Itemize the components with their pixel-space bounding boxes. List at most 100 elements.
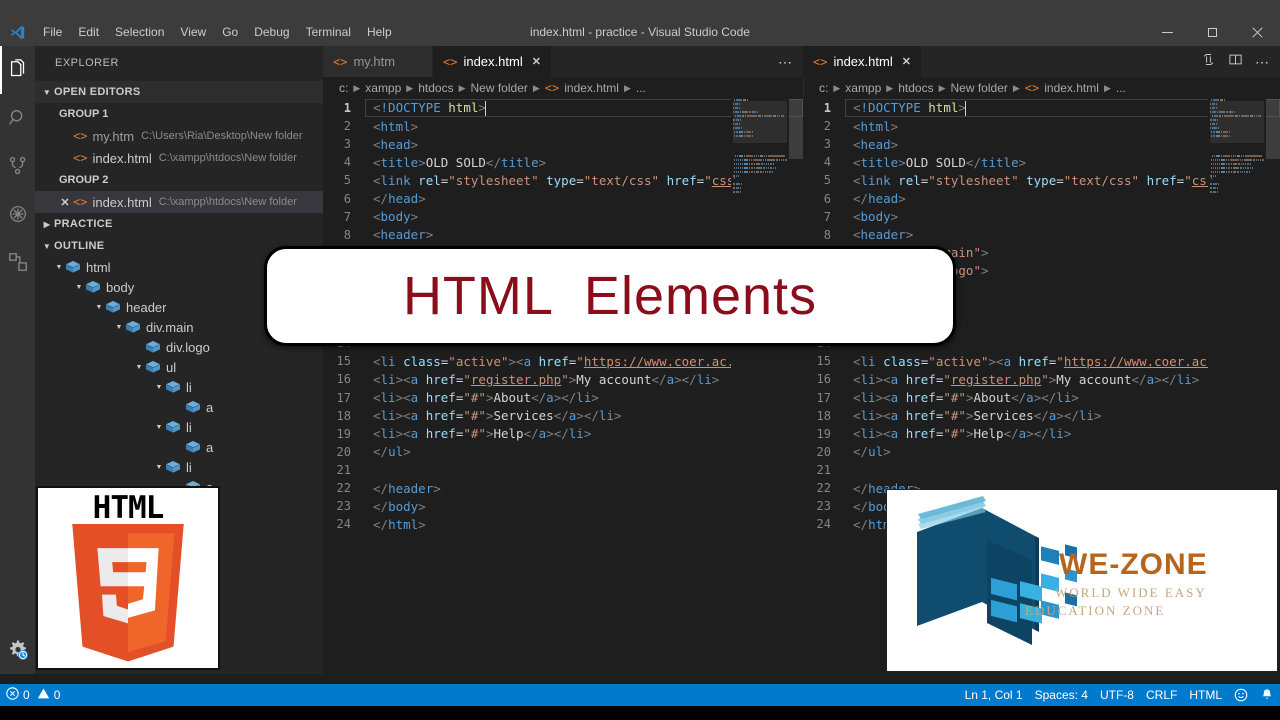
debug-icon[interactable] xyxy=(0,190,35,238)
menu-help[interactable]: Help xyxy=(359,21,400,43)
outline-item-label: li xyxy=(186,419,192,435)
minimap-line xyxy=(1208,163,1266,166)
tab-index-html[interactable]: <> index.html ✕ xyxy=(433,46,552,77)
minimap-line xyxy=(1208,147,1266,150)
vertical-scrollbar-left[interactable] xyxy=(789,99,803,674)
minimize-button[interactable] xyxy=(1145,18,1190,46)
tab-label: index.html xyxy=(463,54,523,69)
open-preview-icon[interactable] xyxy=(1201,52,1216,72)
symbol-cube-icon xyxy=(185,440,201,454)
chevron-right-icon: ▶ xyxy=(1012,82,1020,93)
minimap-line xyxy=(731,191,789,194)
wezone-logo-overlay: WE-ZONE WORLD WIDE EASY EDUCATION ZONE xyxy=(886,489,1278,672)
smiley-icon[interactable] xyxy=(1228,684,1254,706)
breadcrumb-item[interactable]: xampp xyxy=(845,81,881,95)
title-card-text: HTML Elements xyxy=(402,266,818,326)
line-number: 23 xyxy=(816,499,831,514)
html5-shield-icon xyxy=(72,524,184,662)
minimap-left[interactable] xyxy=(731,99,789,674)
open-editors-group-1-label: GROUP 1 xyxy=(59,108,109,120)
outline-item-li[interactable]: ▼ li xyxy=(35,377,323,397)
breadcrumb-item[interactable]: htdocs xyxy=(898,81,933,95)
scrollbar-thumb[interactable] xyxy=(789,99,803,159)
line-number: 2 xyxy=(343,119,351,134)
chevron-down-icon: ▼ xyxy=(42,241,52,251)
more-actions-icon[interactable]: ⋯ xyxy=(778,55,793,69)
tab-my-htm[interactable]: <> my.htm xyxy=(323,46,433,77)
menu-edit[interactable]: Edit xyxy=(70,21,107,43)
breadcrumb-item[interactable]: c: xyxy=(339,81,348,95)
breadcrumb-right: c: ▶ xampp ▶ htdocs ▶ New folder ▶ <> in… xyxy=(803,77,1280,99)
text-caret xyxy=(484,101,486,117)
manage-gear-icon[interactable] xyxy=(0,626,35,674)
breadcrumb-item[interactable]: xampp xyxy=(365,81,401,95)
tab-index-html-right[interactable]: <> index.html ✕ xyxy=(803,46,922,77)
window-titlebar-strip xyxy=(0,0,1280,18)
outline-item-li[interactable]: ▼ li xyxy=(35,457,323,477)
menu-view[interactable]: View xyxy=(172,21,214,43)
menu-file[interactable]: File xyxy=(35,21,70,43)
problems-status[interactable]: 0 0 xyxy=(0,684,66,706)
code-text: <body> xyxy=(373,209,419,225)
explorer-icon[interactable] xyxy=(0,46,35,94)
open-editor-name: index.html xyxy=(92,150,152,166)
language-mode-status[interactable]: HTML xyxy=(1183,684,1228,706)
breadcrumb-item[interactable]: New folder xyxy=(951,81,1008,95)
chevron-down-icon: ▼ xyxy=(75,283,83,291)
open-editor-index-html-g2[interactable]: ✕ <> index.html C:\xampp\htdocs\New fold… xyxy=(35,191,323,213)
tab-label: my.htm xyxy=(353,54,396,69)
source-control-icon[interactable] xyxy=(0,142,35,190)
open-editor-index-html-g1[interactable]: <> index.html C:\xampp\htdocs\New folder xyxy=(35,147,323,169)
split-editor-icon[interactable] xyxy=(1228,52,1243,72)
outline-item-li[interactable]: ▼ li xyxy=(35,417,323,437)
minimap-slider[interactable] xyxy=(1210,101,1264,143)
menu-go[interactable]: Go xyxy=(214,21,246,43)
maximize-button[interactable] xyxy=(1190,18,1235,46)
encoding-status[interactable]: UTF-8 xyxy=(1094,684,1140,706)
section-practice[interactable]: ▶ PRACTICE xyxy=(35,213,323,235)
breadcrumb-item[interactable]: ... xyxy=(1116,81,1126,95)
outline-item-a[interactable]: a xyxy=(35,437,323,457)
search-icon[interactable] xyxy=(0,94,35,142)
cursor-position[interactable]: Ln 1, Col 1 xyxy=(959,684,1029,706)
open-editor-my-htm[interactable]: <> my.htm C:\Users\Ria\Desktop\New folde… xyxy=(35,125,323,147)
chevron-down-icon: ▼ xyxy=(135,363,143,371)
text-caret xyxy=(964,101,966,117)
menu-debug[interactable]: Debug xyxy=(246,21,297,43)
breadcrumb-item[interactable]: index.html xyxy=(1044,81,1099,95)
line-number: 3 xyxy=(823,137,831,152)
minimap-slider[interactable] xyxy=(733,101,787,143)
minimap-line xyxy=(1208,143,1266,146)
breadcrumb-item[interactable]: index.html xyxy=(564,81,619,95)
outline-item-label: div.logo xyxy=(166,339,210,355)
symbol-cube-icon xyxy=(65,260,81,274)
outline-item-a[interactable]: a xyxy=(35,397,323,417)
close-icon[interactable]: ✕ xyxy=(902,55,911,68)
code-text: <li><a href="#">Services</a></li> xyxy=(853,408,1102,424)
html-file-icon: <> xyxy=(1024,81,1040,95)
extensions-icon[interactable] xyxy=(0,238,35,286)
breadcrumb-item[interactable]: ... xyxy=(636,81,646,95)
menu-terminal[interactable]: Terminal xyxy=(298,21,359,43)
scrollbar-thumb[interactable] xyxy=(1266,99,1280,159)
outline-item-label: body xyxy=(106,279,135,295)
indentation-status[interactable]: Spaces: 4 xyxy=(1029,684,1094,706)
breadcrumb-item[interactable]: htdocs xyxy=(418,81,453,95)
section-open-editors[interactable]: ▼ OPEN EDITORS xyxy=(35,81,323,103)
menu-selection[interactable]: Selection xyxy=(107,21,172,43)
breadcrumb-item[interactable]: New folder xyxy=(471,81,528,95)
line-number: 7 xyxy=(823,209,831,224)
chevron-down-icon: ▼ xyxy=(155,463,163,471)
html-file-icon: <> xyxy=(544,81,560,95)
bell-icon[interactable] xyxy=(1254,684,1280,706)
close-icon[interactable]: ✕ xyxy=(57,196,73,209)
line-number: 21 xyxy=(816,462,831,477)
close-button[interactable] xyxy=(1235,18,1280,46)
code-editor-left[interactable]: 1 <!DOCTYPE html> 2 <html> 3 <head> 4 <title>OL… xyxy=(323,99,803,674)
outline-item-ul[interactable]: ▼ ul xyxy=(35,357,323,377)
outline-item-label: ul xyxy=(166,359,177,375)
close-icon[interactable]: ✕ xyxy=(532,55,541,68)
more-actions-icon[interactable]: ⋯ xyxy=(1255,55,1270,69)
breadcrumb-item[interactable]: c: xyxy=(819,81,828,95)
eol-status[interactable]: CRLF xyxy=(1140,684,1183,706)
